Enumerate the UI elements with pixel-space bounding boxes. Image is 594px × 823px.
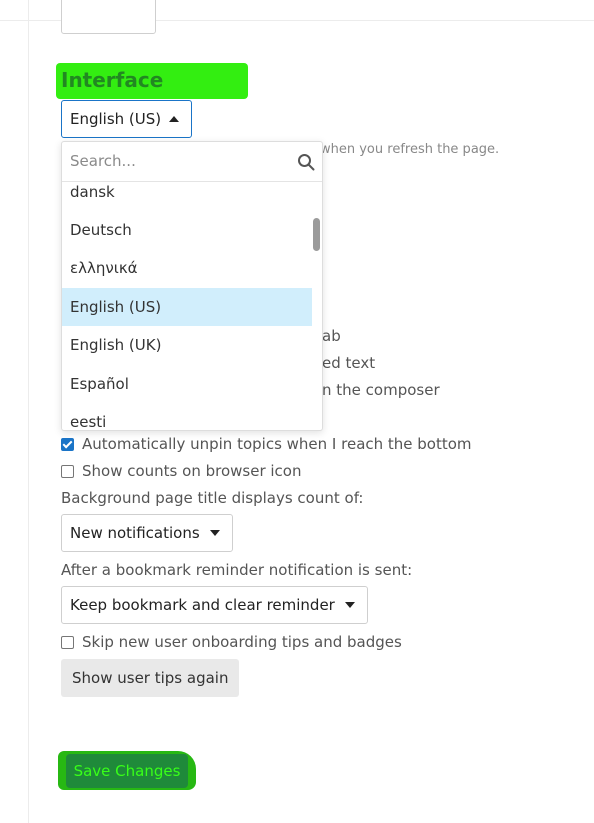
search-icon[interactable]: [297, 153, 315, 171]
left-divider: [28, 0, 29, 823]
auto-unpin-checkbox[interactable]: [61, 437, 74, 451]
caret-down-icon: [344, 602, 355, 608]
skip-onboarding-row[interactable]: Skip new user onboarding tips and badges: [61, 633, 402, 651]
bookmark-reminder-label: After a bookmark reminder notification i…: [61, 561, 413, 579]
bookmark-reminder-select[interactable]: Keep bookmark and clear reminder: [61, 586, 368, 624]
dropdown-scrollbar-thumb[interactable]: [313, 218, 320, 251]
language-option-selected[interactable]: English (US): [62, 288, 312, 326]
obscured-setting-1: ab: [322, 327, 341, 345]
language-option[interactable]: Español: [62, 365, 312, 403]
language-option[interactable]: English (UK): [62, 326, 312, 364]
language-option[interactable]: dansk: [62, 182, 312, 211]
language-option[interactable]: eesti: [62, 403, 312, 430]
save-changes-button[interactable]: Save Changes: [58, 751, 196, 790]
background-title-value: New notifications: [70, 524, 200, 542]
caret-down-icon: [209, 530, 220, 536]
browser-icon-counts-checkbox[interactable]: [61, 464, 74, 478]
auto-unpin-row[interactable]: Automatically unpin topics when I reach …: [61, 435, 472, 453]
previous-field-box[interactable]: [61, 0, 156, 34]
interface-language-value: English (US): [70, 110, 162, 128]
obscured-setting-2: ed text: [322, 354, 376, 372]
browser-icon-counts-label: Show counts on browser icon: [82, 462, 302, 480]
auto-unpin-label: Automatically unpin topics when I reach …: [82, 435, 472, 453]
skip-onboarding-label: Skip new user onboarding tips and badges: [82, 633, 402, 651]
language-search-input[interactable]: [70, 148, 290, 174]
background-title-label: Background page title displays count of:: [61, 489, 364, 507]
language-dropdown: dansk Deutsch ελληνικά English (US) Engl…: [61, 141, 323, 431]
background-title-select[interactable]: New notifications: [61, 514, 233, 552]
language-option[interactable]: Deutsch: [62, 211, 312, 249]
caret-up-icon: [169, 116, 180, 122]
save-changes-label: Save Changes: [66, 753, 188, 788]
interface-language-select[interactable]: English (US): [61, 100, 193, 138]
language-options-list: dansk Deutsch ελληνικά English (US) Engl…: [62, 182, 312, 430]
show-user-tips-button[interactable]: Show user tips again: [61, 659, 240, 697]
browser-icon-counts-row[interactable]: Show counts on browser icon: [61, 462, 301, 480]
bookmark-reminder-value: Keep bookmark and clear reminder: [70, 596, 335, 614]
dropdown-search-row: [62, 142, 322, 182]
skip-onboarding-checkbox[interactable]: [61, 635, 74, 649]
language-hint: when you refresh the page.: [320, 142, 500, 157]
interface-language-title: Interface language: [56, 63, 248, 126]
language-option[interactable]: ελληνικά: [62, 249, 312, 287]
obscured-setting-3: n the composer: [322, 381, 440, 399]
